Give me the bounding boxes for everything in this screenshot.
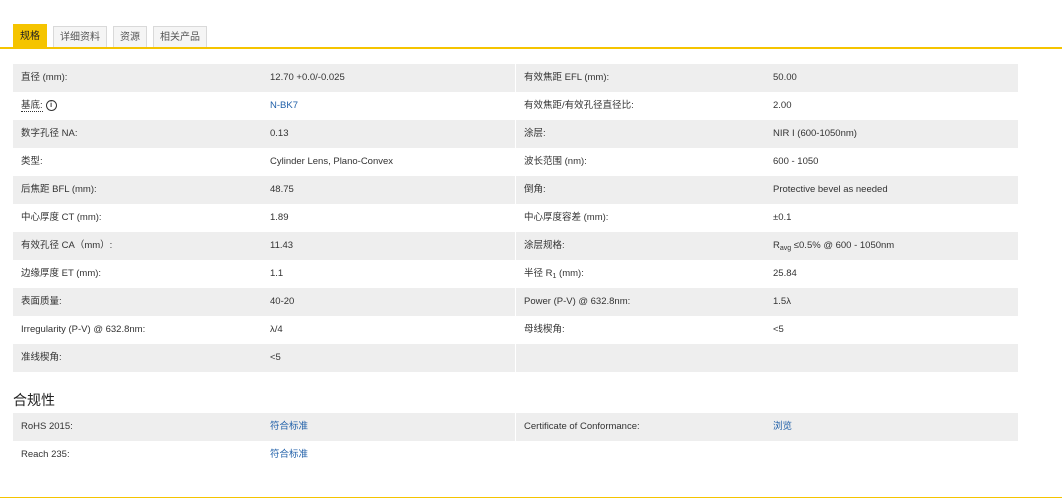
spec-label: 波长范围 (nm):	[524, 156, 587, 167]
spec-value: <5	[773, 324, 784, 335]
table-row: Irregularity (P-V) @ 632.8nm: λ/4 母线楔角: …	[13, 316, 1018, 344]
spec-value: 12.70 +0.0/-0.025	[262, 64, 516, 92]
spec-label: 表面质量:	[21, 296, 62, 307]
compliance-value[interactable]: 浏览	[765, 413, 1018, 441]
product-specs-page: 规格 详细资料 资源 相关产品 直径 (mm): 12.70 +0.0/-0.0…	[0, 0, 1062, 500]
spec-label: 涂层:	[524, 128, 546, 139]
radius-label-rest: (mm):	[556, 268, 584, 279]
rohs-compliant-link[interactable]: 符合标准	[270, 421, 308, 432]
table-row: 准线楔角: <5	[13, 344, 1018, 372]
spec-value: 25.84	[773, 268, 797, 279]
coating-spec-r: R	[773, 240, 780, 251]
compliance-label	[516, 441, 765, 469]
table-row: 表面质量: 40-20 Power (P-V) @ 632.8nm: 1.5λ	[13, 288, 1018, 316]
compliance-label: RoHS 2015:	[21, 421, 73, 432]
spec-label: 有效焦距/有效孔径直径比:	[524, 100, 634, 111]
table-row: RoHS 2015: 符合标准 Certificate of Conforman…	[13, 413, 1018, 441]
spec-value: 600 - 1050	[773, 156, 819, 167]
spec-label: 中心厚度 CT (mm):	[21, 212, 102, 223]
table-row: 后焦距 BFL (mm): 48.75 倒角: Protective bevel…	[13, 176, 1018, 204]
spec-label: 后焦距 BFL (mm):	[21, 184, 97, 195]
spec-value: <5	[262, 344, 516, 372]
spec-value: 48.75	[262, 176, 516, 204]
spec-label: Irregularity (P-V) @ 632.8nm:	[21, 324, 146, 335]
spec-value: 2.00	[773, 100, 792, 111]
spec-value: 11.43	[262, 232, 516, 260]
spec-label: 有效孔径 CA（mm）:	[21, 240, 113, 251]
compliance-table: RoHS 2015: 符合标准 Certificate of Conforman…	[13, 413, 1018, 469]
spec-value: 1.5λ	[773, 296, 791, 307]
spec-value: λ/4	[262, 316, 516, 344]
spec-label: 直径 (mm):	[21, 72, 68, 83]
spec-value: NIR I (600-1050nm)	[773, 128, 857, 139]
certificate-view-link[interactable]: 浏览	[773, 421, 792, 432]
spec-value: 40-20	[262, 288, 516, 316]
spec-value: ±0.1	[773, 212, 792, 223]
spec-label: 数字孔径 NA:	[21, 128, 78, 139]
spec-label: 倒角:	[524, 184, 546, 195]
spec-value: Protective bevel as needed	[773, 184, 888, 195]
spec-label: 有效焦距 EFL (mm):	[524, 72, 610, 83]
spec-value-substrate-link[interactable]: N-BK7	[262, 92, 516, 120]
spec-label: Power (P-V) @ 632.8nm:	[524, 296, 631, 307]
spec-label: 母线楔角:	[524, 324, 565, 335]
table-row: 类型: Cylinder Lens, Plano-Convex 波长范围 (nm…	[13, 148, 1018, 176]
tab-resources[interactable]: 资源	[113, 26, 147, 48]
tab-underline-divider	[0, 47, 1062, 49]
compliance-heading: 合规性	[13, 392, 55, 408]
spec-value: 1.89	[262, 204, 516, 232]
reach-compliant-link[interactable]: 符合标准	[270, 449, 308, 460]
spec-value: Cylinder Lens, Plano-Convex	[262, 148, 516, 176]
substrate-label-text: 基底:	[21, 100, 43, 112]
tab-bar: 规格 详细资料 资源 相关产品	[13, 24, 207, 48]
spec-label: 类型:	[21, 156, 43, 167]
compliance-value	[765, 441, 1018, 469]
spec-value: 1.1	[262, 260, 516, 288]
table-row: 边缘厚度 ET (mm): 1.1 半径 R1 (mm): 25.84	[13, 260, 1018, 288]
spec-label: 准线楔角:	[21, 352, 62, 363]
spec-value-coating-spec: Ravg ≤0.5% @ 600 - 1050nm	[765, 232, 1018, 260]
tab-specifications[interactable]: 规格	[13, 24, 47, 48]
table-row: 有效孔径 CA（mm）: 11.43 涂层规格: Ravg ≤0.5% @ 60…	[13, 232, 1018, 260]
spec-label: 涂层规格:	[524, 240, 565, 251]
spec-label-radius: 半径 R1 (mm):	[516, 260, 765, 288]
tab-details[interactable]: 详细资料	[53, 26, 107, 48]
tab-related-products[interactable]: 相关产品	[153, 26, 207, 48]
coating-spec-sub: avg	[779, 245, 792, 252]
spec-label	[516, 344, 765, 372]
substrate-link[interactable]: N-BK7	[270, 100, 298, 111]
table-row: Reach 235: 符合标准	[13, 441, 1018, 469]
spec-label: 中心厚度容差 (mm):	[524, 212, 609, 223]
table-row: 数字孔径 NA: 0.13 涂层: NIR I (600-1050nm)	[13, 120, 1018, 148]
compliance-value[interactable]: 符合标准	[262, 413, 516, 441]
spec-value: 0.13	[262, 120, 516, 148]
bottom-divider	[0, 497, 1062, 498]
radius-label-main: 半径 R	[524, 268, 553, 279]
spec-value	[765, 344, 1018, 372]
table-row: 基底: i N-BK7 有效焦距/有效孔径直径比: 2.00	[13, 92, 1018, 120]
table-row: 中心厚度 CT (mm): 1.89 中心厚度容差 (mm): ±0.1	[13, 204, 1018, 232]
spec-value: 50.00	[773, 72, 797, 83]
specifications-table: 直径 (mm): 12.70 +0.0/-0.025 有效焦距 EFL (mm)…	[13, 64, 1018, 372]
spec-label: 边缘厚度 ET (mm):	[21, 268, 102, 279]
spec-label-substrate[interactable]: 基底: i	[13, 92, 262, 120]
table-row: 直径 (mm): 12.70 +0.0/-0.025 有效焦距 EFL (mm)…	[13, 64, 1018, 92]
compliance-value[interactable]: 符合标准	[262, 441, 516, 469]
info-icon[interactable]: i	[45, 99, 57, 111]
coating-spec-rest: ≤0.5% @ 600 - 1050nm	[791, 240, 895, 251]
compliance-label: Certificate of Conformance:	[524, 421, 640, 432]
compliance-label: Reach 235:	[21, 449, 70, 460]
